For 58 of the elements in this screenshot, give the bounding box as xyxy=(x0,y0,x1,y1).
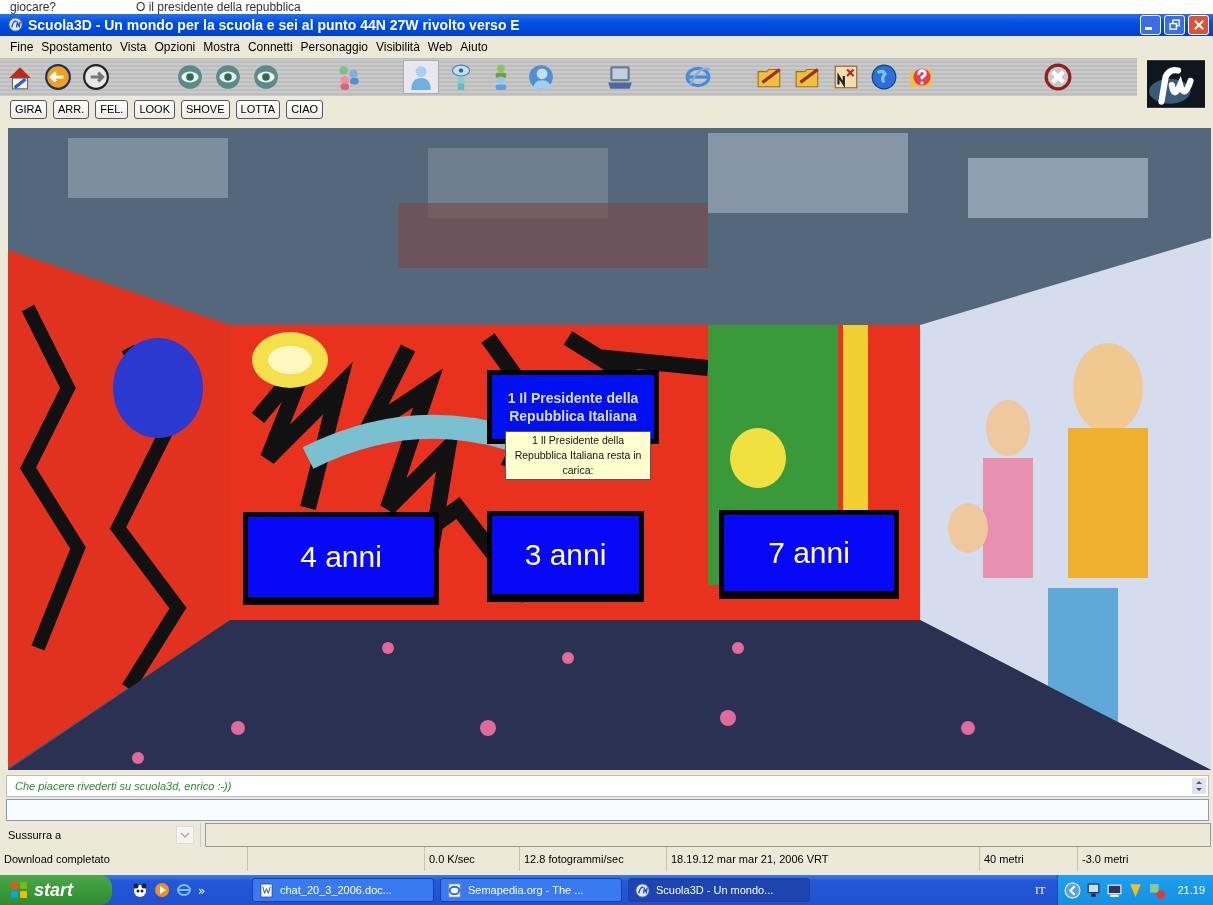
action-button[interactable]: SHOVE xyxy=(181,99,230,119)
minimize-icon xyxy=(1145,27,1152,31)
menu-item[interactable]: Connetti xyxy=(243,39,297,54)
action-button[interactable]: FEL. xyxy=(95,99,129,119)
answer-panel[interactable]: 7 anni xyxy=(719,510,899,600)
app-icon xyxy=(635,882,650,898)
menu-item[interactable]: Vista xyxy=(116,39,151,54)
tooltip: 1 Il Presidente della Repubblica Italiana resta in carica: xyxy=(505,431,651,481)
menu-item[interactable]: Visibilità xyxy=(372,39,424,54)
status-text: 40 metri xyxy=(980,847,1078,871)
action-button[interactable]: ARR. xyxy=(52,99,90,119)
menu-item[interactable]: Web xyxy=(423,39,457,54)
status-text: 12.8 fotogrammi/sec xyxy=(520,847,667,871)
restore-icon xyxy=(1167,17,1182,32)
menu-item[interactable]: Opzioni xyxy=(150,39,200,54)
whisper-field[interactable] xyxy=(205,823,1211,848)
minimize-button[interactable] xyxy=(1140,14,1161,35)
document-text: O il presidente della repubblica xyxy=(136,0,301,14)
menu-item[interactable]: Fine xyxy=(6,39,38,54)
start-button[interactable]: start xyxy=(0,875,112,905)
menu-item[interactable]: Mostra xyxy=(199,39,244,54)
more-button[interactable]: » xyxy=(198,884,206,898)
scroll-arrows-icon[interactable] xyxy=(1192,778,1206,795)
taskbar-button[interactable]: Scuola3D - Un mondo... xyxy=(628,878,810,902)
logo-icon xyxy=(1147,59,1205,108)
answer-panel[interactable]: 4 anni xyxy=(243,512,439,606)
restore-button[interactable] xyxy=(1164,14,1185,35)
media-player-icon[interactable] xyxy=(154,882,170,898)
taskbar-button[interactable]: chat_20_3_2006.doc... xyxy=(252,878,434,902)
panda-icon[interactable] xyxy=(132,882,148,898)
action-button[interactable]: GIRA xyxy=(10,99,47,119)
action-button[interactable]: CIAO xyxy=(286,99,324,119)
chat-message: Che piacere rivederti su scuola3d, enrico :-)) xyxy=(15,780,233,793)
close-button[interactable] xyxy=(1188,14,1209,35)
chat-input-field[interactable] xyxy=(6,799,1209,822)
menu-item[interactable]: Spostamento xyxy=(37,39,117,54)
menu-item[interactable]: Aiuto xyxy=(456,39,492,54)
status-text: 0.0 K/sec xyxy=(425,847,520,871)
status-text: Download completato xyxy=(0,847,248,871)
chevron-down-icon xyxy=(176,826,194,845)
document-text: giocare? xyxy=(10,0,57,14)
document-icon xyxy=(259,882,274,898)
status-text: -3.0 metri xyxy=(1081,852,1130,868)
window-title: Scuola3D - Un mondo per la scuola e sei al punto 44N 27W rivolto verso E xyxy=(28,16,521,33)
action-button[interactable]: LOOK xyxy=(134,99,175,119)
action-button[interactable]: LOTTA xyxy=(235,99,281,119)
windows-logo-icon xyxy=(10,881,28,899)
answer-panel[interactable]: 3 anni xyxy=(487,511,644,603)
taskbar-button[interactable]: Semapedia.org - The ... xyxy=(440,878,622,902)
language-indicator[interactable]: IT xyxy=(1035,884,1046,896)
clock: 21.19 xyxy=(1177,884,1205,896)
app-icon xyxy=(8,17,23,33)
close-icon xyxy=(1191,17,1206,32)
menu-item[interactable]: Personaggio xyxy=(296,39,372,54)
status-text: 18.19.12 mar mar 21, 2006 VRT xyxy=(667,847,980,871)
whisper-label: Sussurra a xyxy=(7,828,63,844)
browser-page-icon xyxy=(447,882,462,898)
browser-icon[interactable] xyxy=(176,882,192,898)
